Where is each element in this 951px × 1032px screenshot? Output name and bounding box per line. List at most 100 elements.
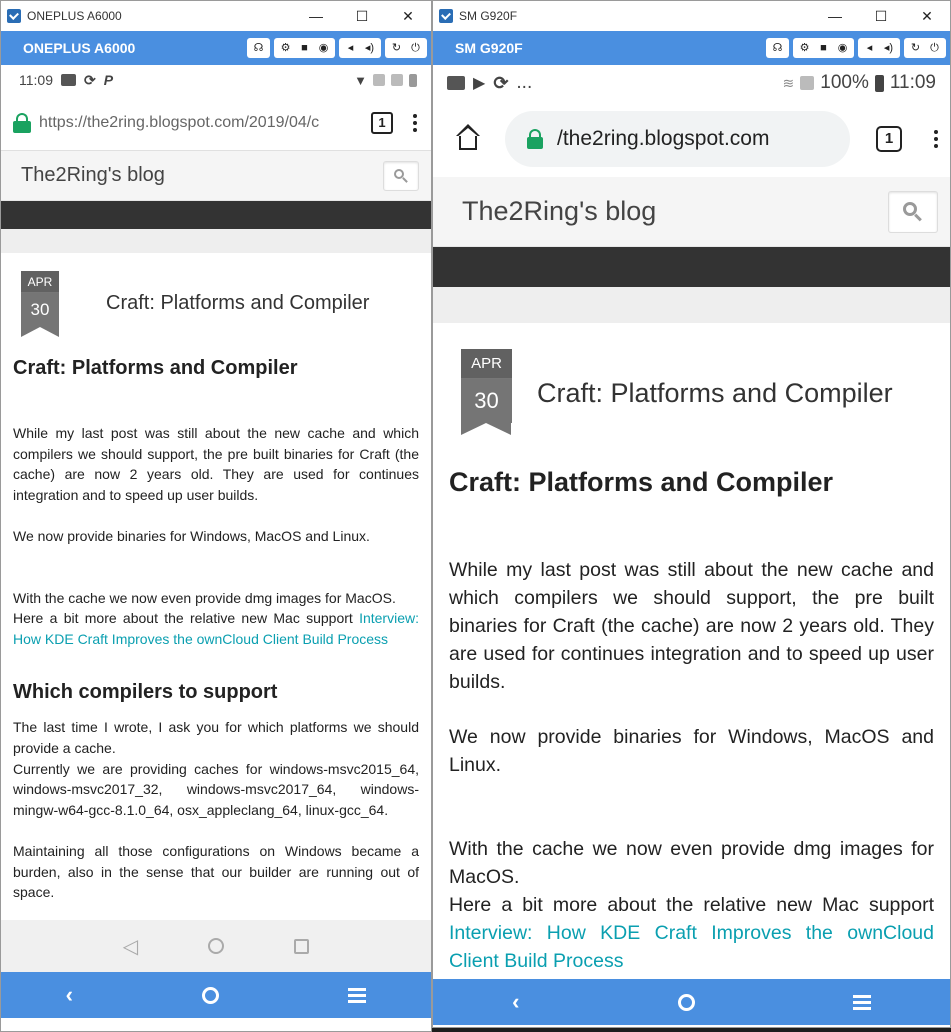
volume-down-icon[interactable]: ◂ — [860, 39, 879, 57]
home-icon[interactable] — [453, 124, 483, 154]
page-gap — [1, 229, 431, 253]
menu-kebab-icon[interactable] — [411, 113, 419, 133]
minimize-button[interactable]: — — [812, 8, 858, 24]
interview-link[interactable]: Interview: How KDE Craft Improves the ow… — [449, 922, 934, 972]
clock: 11:09 — [19, 72, 53, 88]
close-button[interactable]: ✕ — [385, 8, 431, 25]
url-pill[interactable]: /the2ring.blogspot.com — [505, 111, 850, 167]
menu-lines-icon[interactable] — [348, 985, 367, 1006]
power-icon[interactable]: ⏻ — [406, 39, 425, 57]
camera-icon[interactable]: ◉ — [314, 39, 333, 57]
device-nav-bar: ‹ — [433, 979, 950, 1025]
power-icon[interactable]: ⏻ — [925, 39, 944, 57]
browser-url-bar: https://the2ring.blogspot.com/2019/04/c … — [1, 95, 431, 151]
rotate-icon[interactable]: ↻ — [906, 39, 925, 57]
paragraph-3: With the cache we now even provide dmg i… — [13, 589, 396, 606]
p-notification-icon: P — [103, 72, 114, 88]
wifi-icon: ≋ — [782, 74, 795, 91]
volume-up-icon[interactable]: ◂) — [879, 39, 898, 57]
blog-title[interactable]: The2Ring's blog — [21, 164, 165, 187]
tab-switcher-button[interactable]: 1 — [371, 111, 393, 134]
paragraph-6: Currently we are providing caches for wi… — [13, 760, 419, 818]
post-header-title[interactable]: Craft: Platforms and Compiler — [106, 293, 369, 314]
paragraph-5: The last time I wrote, I ask you for whi… — [13, 719, 419, 756]
url-field[interactable]: /the2ring.blogspot.com — [557, 127, 769, 151]
play-store-icon: ▶ — [473, 75, 486, 92]
blog-header: The2Ring's blog — [1, 151, 431, 201]
camera-icon[interactable]: ◉ — [833, 39, 852, 57]
device-name: ONEPLUS A6000 — [23, 40, 136, 56]
toolbar-group-1: ☊ — [247, 38, 270, 58]
search-icon — [903, 201, 923, 222]
video-icon[interactable]: ■ — [814, 39, 833, 57]
minimize-button[interactable]: — — [293, 8, 339, 24]
android-back-icon[interactable]: ◁ — [123, 934, 138, 959]
samsung-window: SM G920F — ☐ ✕ SM G920F ☊ ⚙ ■ ◉ ◂ ◂) ↻ ⏻… — [432, 0, 951, 1028]
date-badge: APR 30 — [21, 271, 59, 337]
toolbar-group-4: ↻ ⏻ — [904, 38, 946, 58]
battery-icon — [874, 74, 884, 92]
toolbar-group-2: ⚙ ■ ◉ — [274, 38, 335, 58]
signal-icon — [800, 76, 815, 90]
date-day: 30 — [461, 379, 512, 423]
battery-icon — [409, 73, 417, 87]
blog-header: The2Ring's blog — [433, 177, 950, 247]
settings-icon[interactable]: ⚙ — [276, 39, 295, 57]
android-recents-icon[interactable] — [294, 938, 310, 954]
status-bar: ▶ ⟳ ... ≋ 100% 11:09 — [433, 65, 950, 101]
settings-icon[interactable]: ⚙ — [795, 39, 814, 57]
android-home-icon[interactable] — [208, 938, 225, 954]
window-titlebar[interactable]: ONEPLUS A6000 — ☐ ✕ — [1, 1, 431, 31]
battery-percent: 100% — [820, 72, 869, 93]
device-toolbar: SM G920F ☊ ⚙ ■ ◉ ◂ ◂) ↻ ⏻ — [433, 31, 950, 65]
volume-down-icon[interactable]: ◂ — [341, 39, 360, 57]
search-button[interactable] — [383, 160, 419, 191]
close-button[interactable]: ✕ — [904, 8, 950, 25]
signal-icon — [373, 74, 385, 86]
blog-post: APR 30 Craft: Platforms and Compiler Cra… — [437, 323, 946, 979]
date-day: 30 — [21, 293, 59, 327]
device-name: SM G920F — [455, 40, 523, 56]
tab-switcher-button[interactable]: 1 — [876, 126, 902, 152]
status-bar: 11:09 ⟳ P ▼ — [1, 65, 431, 95]
app-icon — [7, 9, 21, 23]
search-button[interactable] — [888, 190, 938, 233]
menu-lines-icon[interactable] — [852, 992, 871, 1013]
app-icon — [439, 9, 453, 23]
paragraph-7: Maintaining all those configurations on … — [13, 842, 419, 901]
image-notification-icon — [447, 76, 465, 90]
home-circle-icon[interactable] — [677, 993, 695, 1011]
toolbar-group-3: ◂ ◂) — [339, 38, 381, 58]
android-nav-bar: ◁ — [1, 920, 431, 972]
headset-icon[interactable]: ☊ — [249, 39, 268, 57]
blog-title[interactable]: The2Ring's blog — [462, 196, 656, 227]
toolbar-group-3: ◂ ◂) — [858, 38, 900, 58]
headset-icon[interactable]: ☊ — [768, 39, 787, 57]
rotate-icon[interactable]: ↻ — [387, 39, 406, 57]
search-icon — [394, 168, 408, 183]
paragraph-2: We now provide binaries for Windows, Mac… — [13, 527, 370, 544]
back-chevron-icon[interactable]: ‹ — [66, 982, 73, 1008]
paragraph-1: While my last post was still about the n… — [13, 425, 419, 503]
toolbar-group-1: ☊ — [766, 38, 789, 58]
maximize-button[interactable]: ☐ — [339, 8, 385, 25]
post-heading: Craft: Platforms and Compiler — [449, 467, 834, 497]
post-header-title[interactable]: Craft: Platforms and Compiler — [537, 379, 893, 407]
volume-up-icon[interactable]: ◂) — [360, 39, 379, 57]
paragraph-3: With the cache we now even provide dmg i… — [449, 838, 934, 888]
url-field[interactable]: https://the2ring.blogspot.com/2019/04/c — [39, 114, 363, 132]
lock-icon — [527, 129, 543, 149]
device-toolbar: ONEPLUS A6000 ☊ ⚙ ■ ◉ ◂ ◂) ↻ ⏻ — [1, 31, 431, 65]
maximize-button[interactable]: ☐ — [858, 8, 904, 25]
menu-kebab-icon[interactable] — [932, 126, 940, 152]
page-gap — [433, 287, 950, 323]
back-chevron-icon[interactable]: ‹ — [512, 989, 519, 1015]
window-titlebar[interactable]: SM G920F — ☐ ✕ — [433, 1, 950, 31]
image-notification-icon — [61, 74, 76, 86]
post-heading: Craft: Platforms and Compiler — [13, 357, 298, 379]
video-icon[interactable]: ■ — [295, 39, 314, 57]
home-circle-icon[interactable] — [202, 986, 220, 1004]
wifi-icon: ▼ — [354, 72, 367, 88]
date-month: APR — [461, 349, 512, 379]
paragraph-1: While my last post was still about the n… — [449, 559, 934, 693]
